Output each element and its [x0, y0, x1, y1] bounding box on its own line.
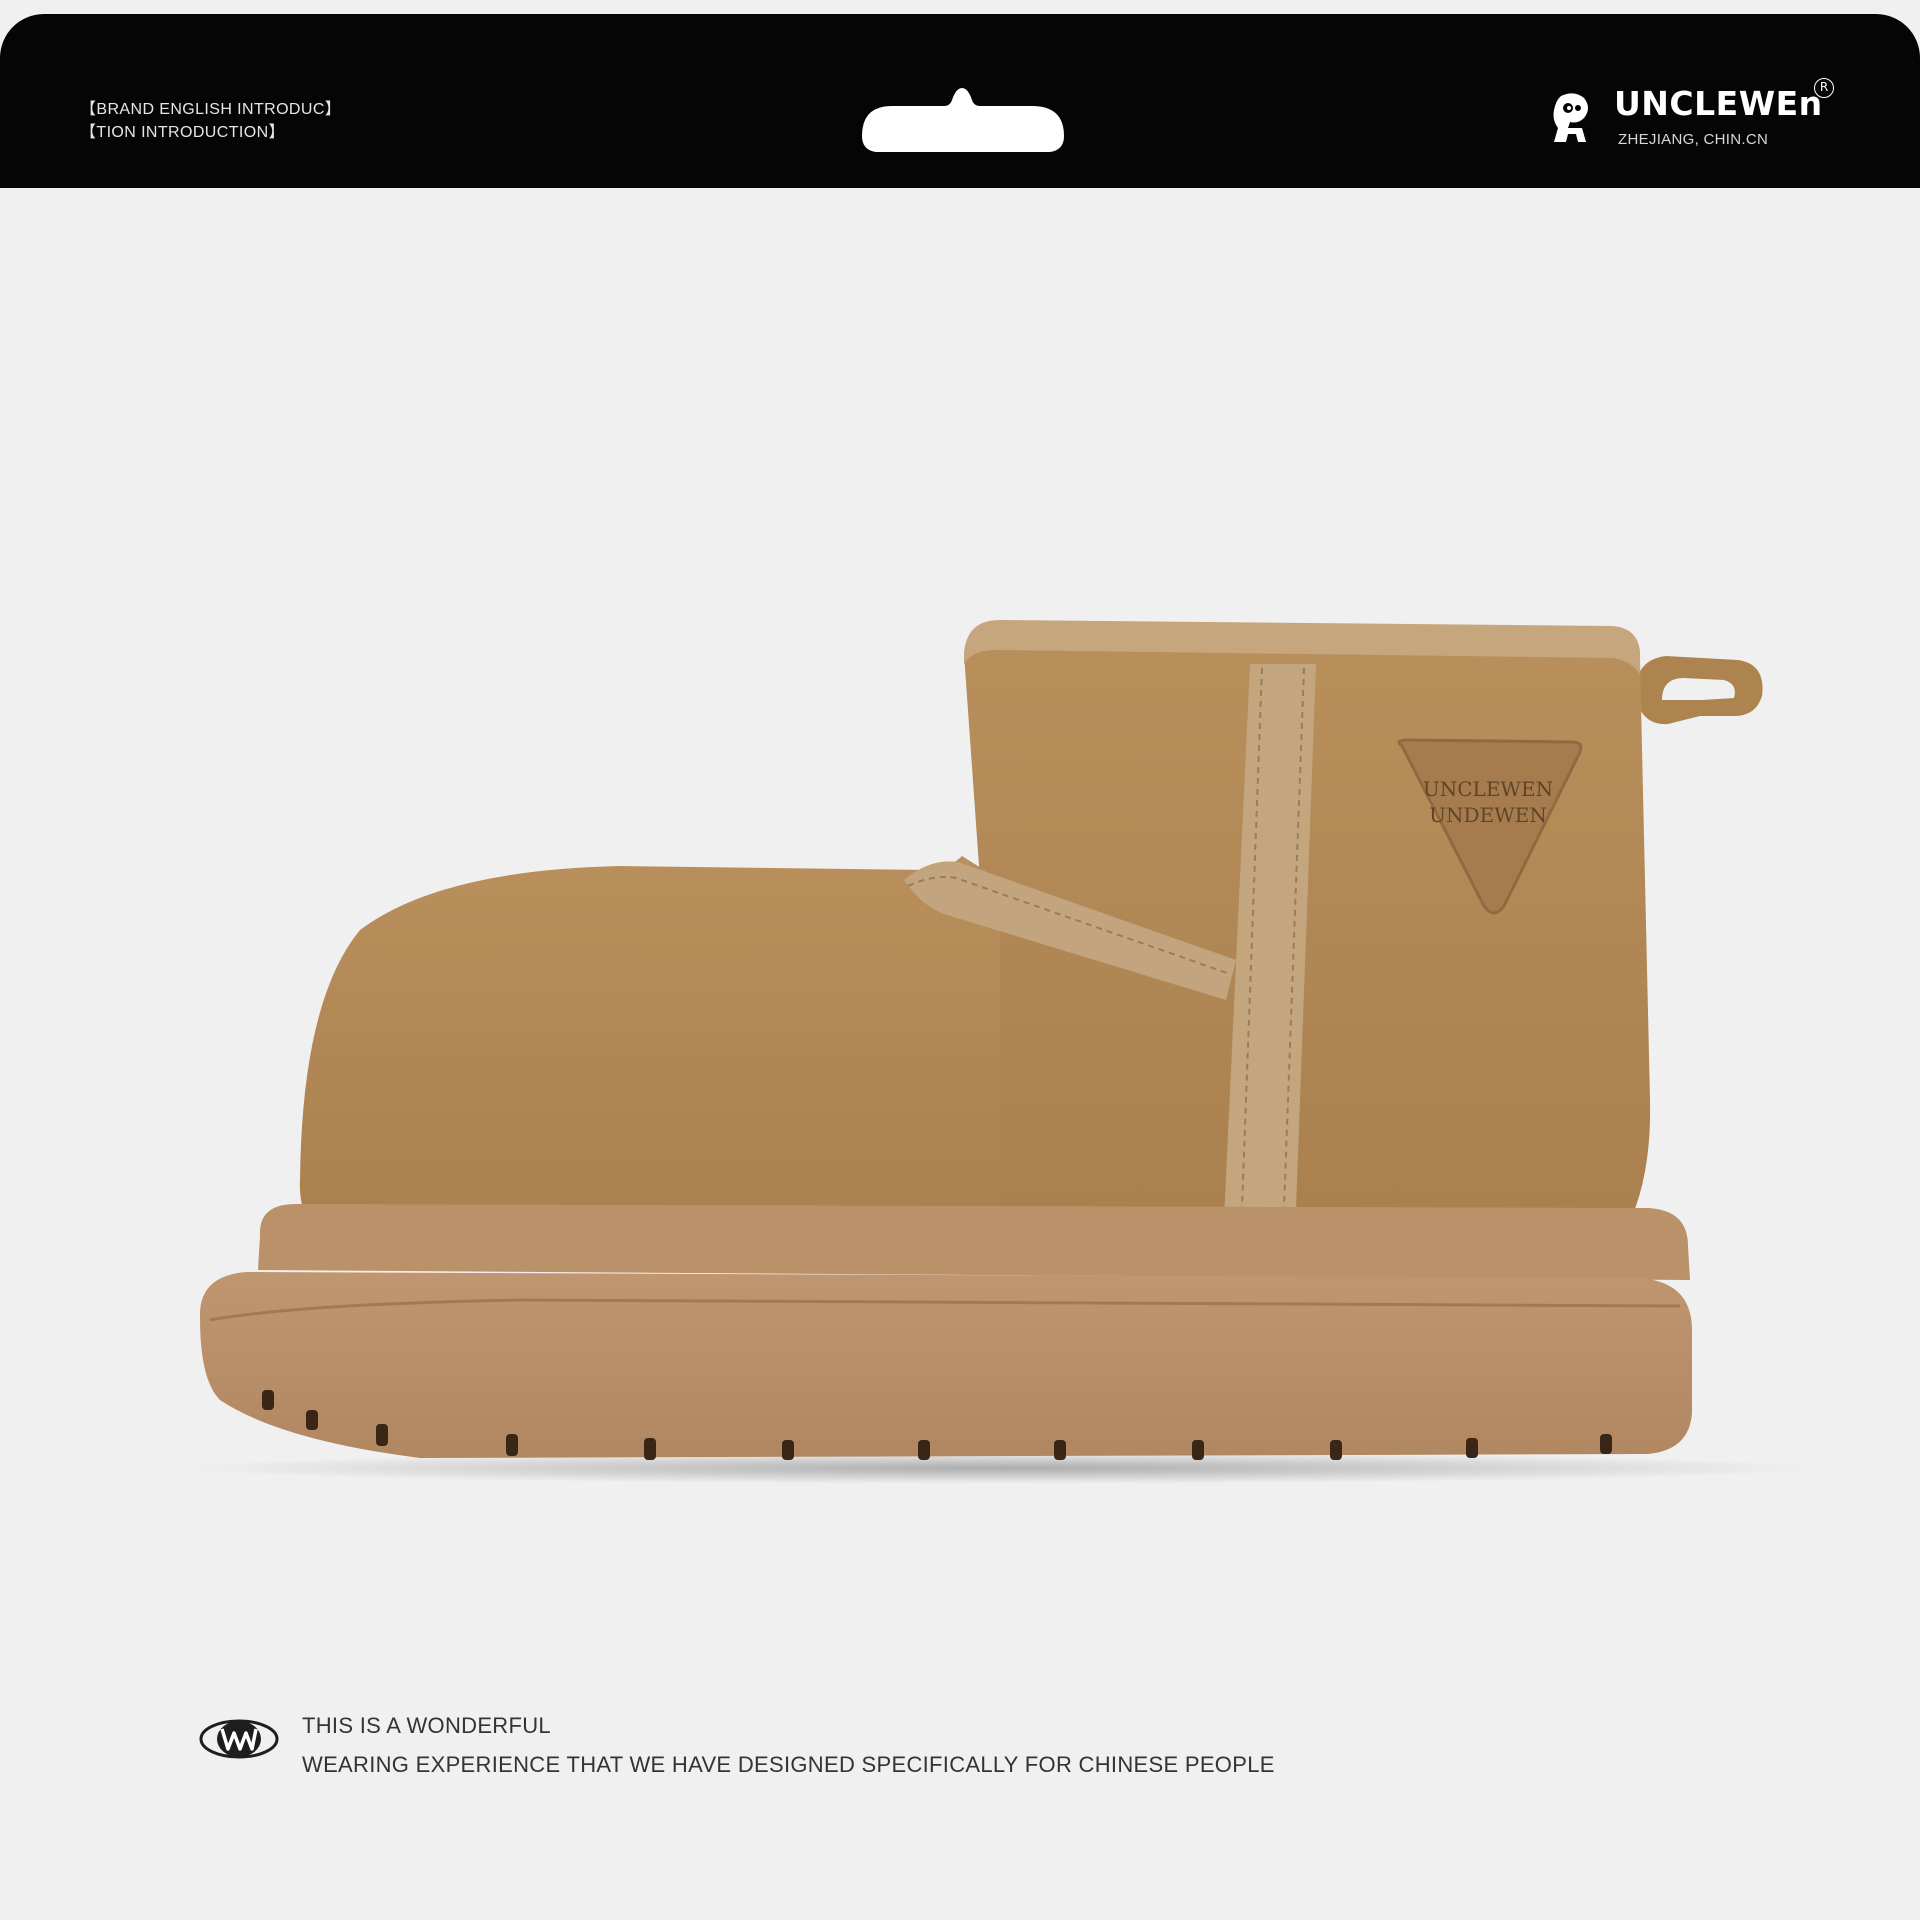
footer-tagline: THIS IS A WONDERFUL WEARING EXPERIENCE T…	[302, 1706, 1275, 1784]
ankle-boot-image: UNCLEWEN UNDEWEN	[180, 620, 1820, 1484]
registered-mark: R	[1814, 78, 1834, 98]
w-oval-logo-icon	[199, 1719, 279, 1759]
brand-mascot-icon	[1553, 93, 1588, 142]
header-band: 【BRAND ENGLISH INTRODUC】 【TION INTRODUCT…	[0, 14, 1920, 188]
brand-location: ZHEJIANG, CHIN.CN	[1618, 131, 1769, 148]
brand-intro-line-2: 【TION INTRODUCTION】	[80, 124, 285, 141]
brand-intro-line-1: 【BRAND ENGLISH INTRODUC】	[80, 101, 342, 118]
boot-vamp	[299, 856, 1001, 1262]
tagline-line-1: THIS IS A WONDERFUL	[302, 1713, 551, 1738]
tagline-line-2: WEARING EXPERIENCE THAT WE HAVE DESIGNED…	[302, 1752, 1275, 1777]
patch-text-1: UNCLEWEN	[1423, 777, 1553, 801]
midsole	[199, 1272, 1692, 1458]
product-poster: 【BRAND ENGLISH INTRODUC】 【TION INTRODUCT…	[0, 0, 1920, 1920]
brand-intro: 【BRAND ENGLISH INTRODUC】 【TION INTRODUCT…	[80, 98, 341, 144]
sole-rim	[258, 1204, 1690, 1280]
patch-text-2: UNDEWEN	[1429, 803, 1547, 827]
hanger-slot-icon	[862, 88, 1064, 152]
brand-wordmark: UNCLEWEn	[1614, 84, 1823, 123]
